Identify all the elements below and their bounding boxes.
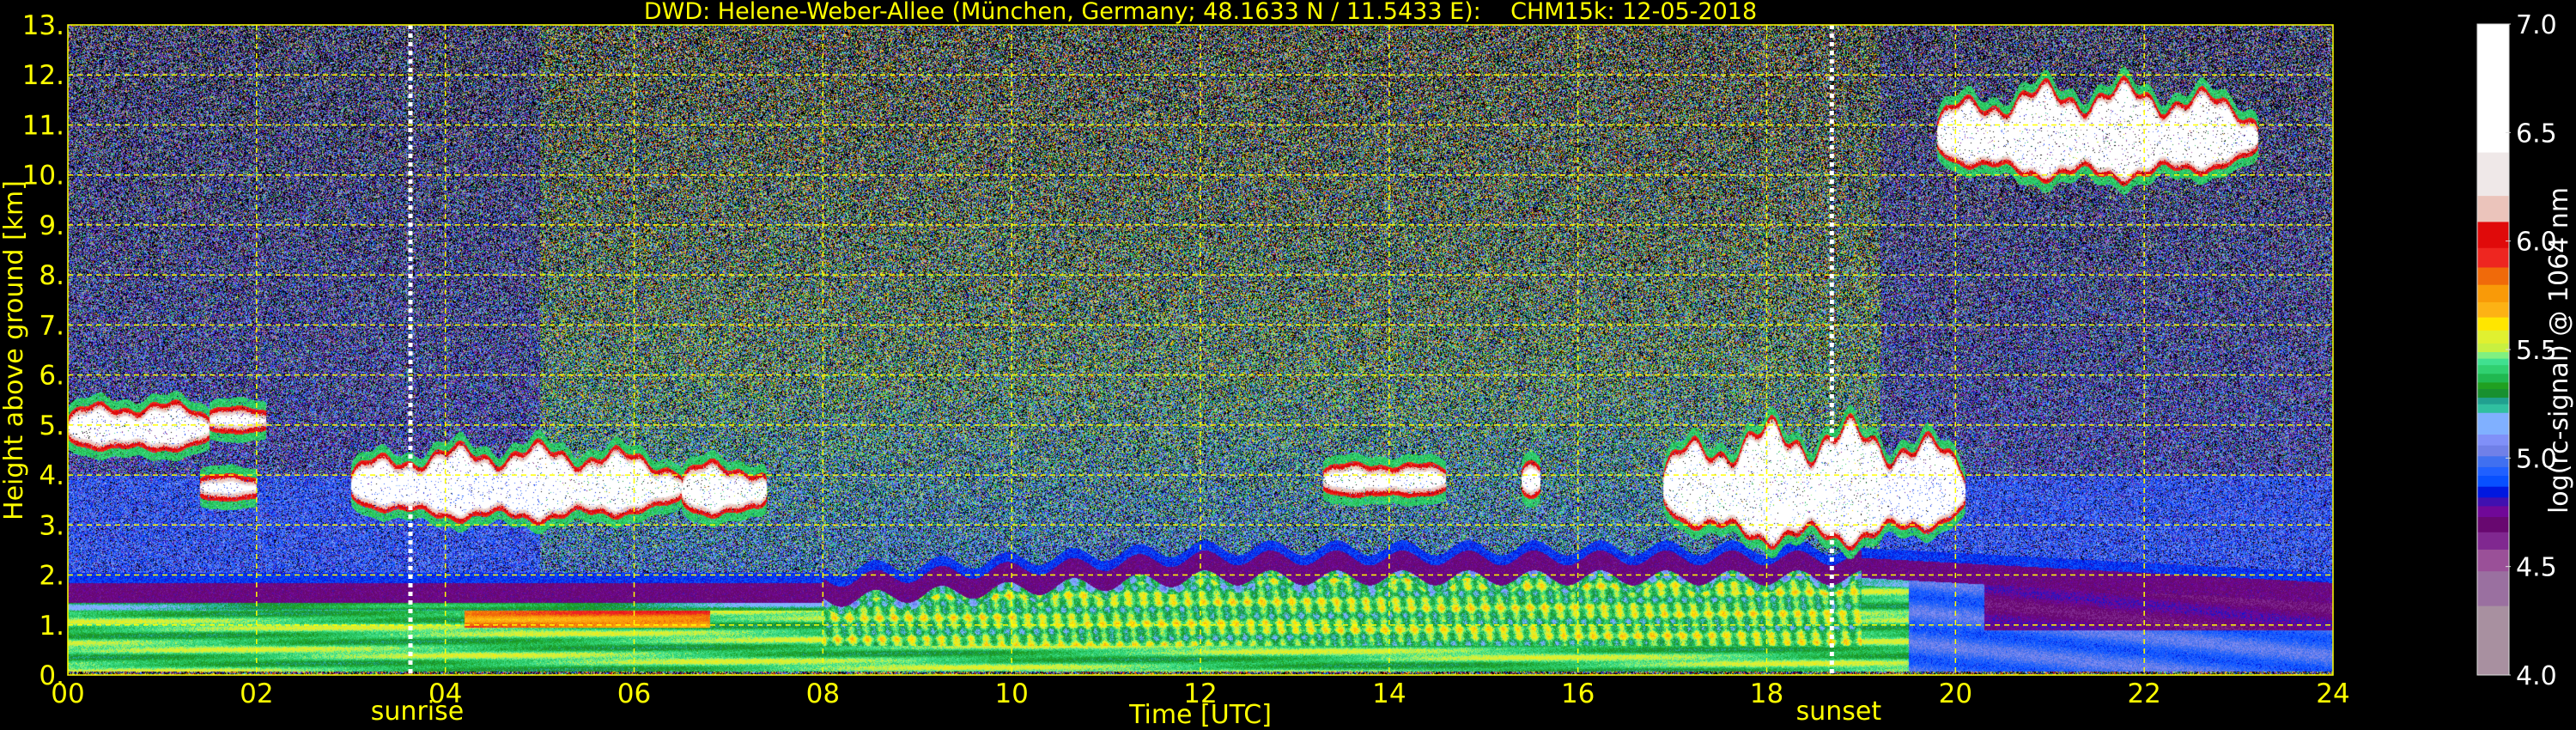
colorbar-level [2477,412,2509,435]
colorbar-level [2477,373,2509,383]
x-tick-label: 18 [1750,678,1783,709]
colorbar-level [2477,195,2509,222]
y-tick-label: 0. [39,660,64,691]
colorbar-level [2477,466,2509,477]
colorbar-level [2477,404,2509,413]
colorbar-level [2477,266,2509,285]
x-tick-label: 20 [1939,678,1972,709]
y-tick-label: 11. [22,110,64,141]
colorbar-level [2477,381,2509,389]
y-tick-label: 6. [39,361,64,392]
colorbar-level [2477,388,2509,398]
colorbar-level [2477,330,2509,344]
colorbar-level [2477,605,2509,676]
colorbar-level [2477,505,2509,518]
x-tick-label: 08 [806,678,840,709]
grid-lines [68,25,2333,675]
y-tick-label: 4. [39,460,64,491]
colorbar-level [2477,152,2509,197]
colorbar-level [2477,496,2509,507]
sun-annotations: sunrise sunset [371,25,1882,727]
colorbar-level [2477,455,2509,467]
y-tick-label: 2. [39,561,64,592]
x-tick-label: 16 [1561,678,1595,709]
x-tick-label: 06 [617,678,651,709]
y-axis-label: Height above ground [km] [0,180,29,520]
colorbar-level [2477,570,2509,606]
colorbar-level [2477,24,2509,153]
colorbar-level [2477,247,2509,268]
colorbar-tick-label: 4.5 [2516,553,2557,583]
colorbar-tick-label: 4.0 [2516,661,2557,691]
colorbar-level [2477,284,2509,302]
colorbar-level [2477,343,2509,353]
colorbar-level [2477,516,2509,532]
y-tick-label: 12. [22,60,64,91]
y-tick-label: 3. [39,510,64,541]
y-tick-label: 1. [39,611,64,642]
chart-title: DWD: Helene-Weber-Allee (München, German… [644,0,1757,25]
x-tick-label: 02 [240,678,273,709]
y-tick-label: 5. [39,411,64,441]
x-tick-label: 04 [428,678,462,709]
x-tick-label: 24 [2316,678,2349,709]
colorbar-level [2477,364,2509,374]
colorbar-tick-label: 7.0 [2516,10,2557,40]
colorbar-level [2477,351,2509,359]
y-tick-label: 13. [22,10,64,41]
chart-overlay: sunrise sunset 00 02 04 06 08 10 12 14 16 18 20 22 24… [0,0,2574,730]
colorbar-level [2477,397,2509,405]
colorbar-label: log(rc-signal) @ 1064 nm [2544,187,2574,514]
y-tick-label: 8. [39,260,64,291]
sunset-label: sunset [1796,697,1882,727]
colorbar-level [2477,532,2509,550]
y-tick-label: 7. [39,310,64,341]
colorbar-level [2477,434,2509,446]
colorbar-tick-label: 6.5 [2516,119,2557,149]
colorbar-level [2477,486,2509,498]
colorbar-level [2477,301,2509,318]
x-tick-label: 22 [2127,678,2160,709]
x-axis-label: Time [UTC] [1128,700,1272,730]
colorbar-level [2477,317,2509,331]
colorbar-level [2477,445,2509,457]
y-tick-label: 9. [39,210,64,241]
colorbar-level [2477,549,2509,572]
colorbar-level [2477,475,2509,487]
x-tick-label: 14 [1372,678,1406,709]
colorbar-level [2477,358,2509,366]
colorbar-level [2477,221,2509,248]
x-tick-label: 10 [994,678,1028,709]
